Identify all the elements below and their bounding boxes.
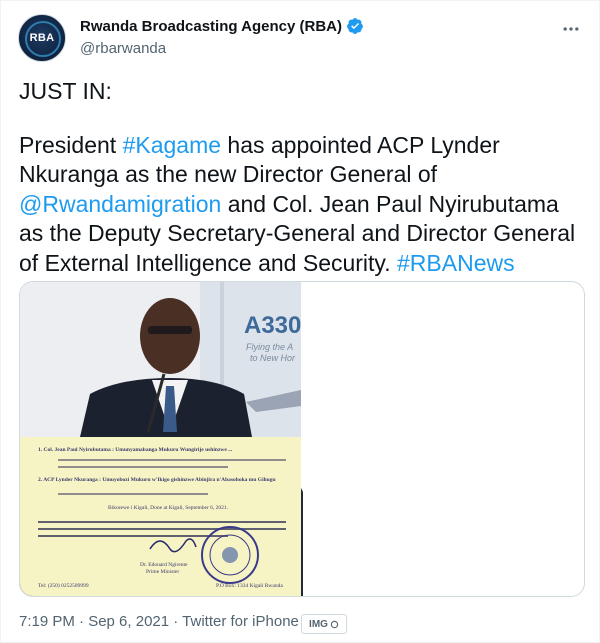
image-badge-label: IMG: [309, 618, 328, 630]
tweet-timestamp[interactable]: 7:19 PM · Sep 6, 2021 · Twitter for iPho…: [19, 613, 299, 630]
sign-subtitle-2: to New Hor: [250, 353, 296, 363]
tweet-line-just-in: JUST IN:: [19, 78, 112, 104]
image-badge: IMG: [301, 614, 347, 634]
sign-subtitle-1: Flying the A: [246, 342, 294, 352]
photo-speaker[interactable]: A330 Flying the A to New Hor: [20, 282, 301, 437]
doc-footer-right: P.O Box: 1334 Kigali Rwanda: [216, 583, 283, 589]
photo-official-document[interactable]: 1. Col. Jean Paul Nyirubutama : Umunyama…: [20, 437, 301, 596]
tweet-media[interactable]: A330 Flying the A to New Hor 1. Col. Jea…: [19, 281, 585, 597]
doc-signer-name: Dr. Edouard Ngirente: [140, 562, 188, 568]
author-handle[interactable]: @rbarwanda: [80, 40, 364, 57]
doc-signer-role: Prime Minister: [146, 569, 180, 575]
more-options-icon[interactable]: [561, 19, 581, 39]
author-name-row[interactable]: Rwanda Broadcasting Agency (RBA): [80, 17, 364, 35]
hashtag-kagame-link[interactable]: #Kagame: [123, 132, 221, 158]
tweet-body: President #Kagame has appointed ACP Lynd…: [19, 131, 587, 279]
mention-rwandamigration-link[interactable]: @Rwandamigration: [19, 191, 221, 217]
avatar[interactable]: RBA: [18, 14, 66, 62]
a330-sign-text: A330: [244, 312, 301, 339]
rba-logo-ring: [25, 21, 61, 57]
author-block: Rwanda Broadcasting Agency (RBA) @rbarwa…: [80, 17, 364, 57]
tweet-card: RBA Rwanda Broadcasting Agency (RBA) @rb…: [0, 0, 600, 643]
verified-badge-icon: [347, 18, 363, 34]
tweet-text: JUST IN: President #Kagame has appointed…: [19, 77, 587, 278]
hashtag-rbanews-link[interactable]: #RBANews: [397, 250, 515, 276]
tweet-text-segment: President: [19, 131, 123, 158]
author-display-name[interactable]: Rwanda Broadcasting Agency (RBA): [80, 18, 342, 35]
doc-footer-left: Tel: (250) 0252589999: [38, 583, 89, 589]
link-icon: [330, 620, 339, 628]
